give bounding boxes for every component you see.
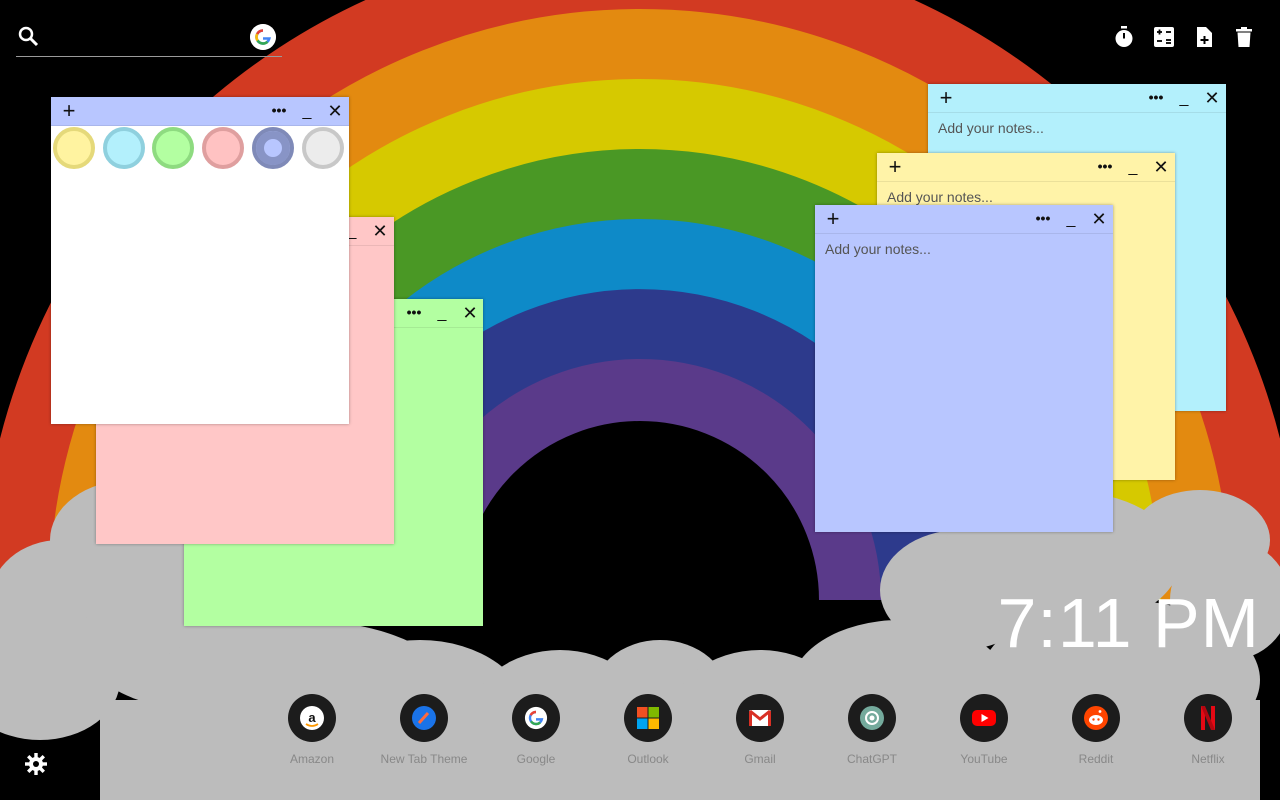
note-menu-button[interactable]: ••• <box>1093 153 1117 181</box>
add-note-button[interactable]: + <box>821 205 845 233</box>
outlook-icon <box>624 694 672 742</box>
shortcut-netflix[interactable]: Netflix <box>1152 694 1264 766</box>
gmail-icon <box>736 694 784 742</box>
shortcut-reddit[interactable]: Reddit <box>1040 694 1152 766</box>
note-color-picker <box>51 125 351 171</box>
minimize-note-button[interactable]: _ <box>1059 205 1083 233</box>
search-bar <box>16 22 282 57</box>
close-note-button[interactable]: ✕ <box>1087 205 1111 233</box>
note-header[interactable]: + ••• _ ✕ <box>51 97 349 126</box>
sticky-note-blue[interactable]: + ••• _ ✕ <box>815 205 1113 532</box>
minimize-note-button[interactable]: _ <box>1121 153 1145 181</box>
gear-icon[interactable] <box>24 752 48 776</box>
shortcut-chatgpt[interactable]: ChatGPT <box>816 694 928 766</box>
shortcut-outlook[interactable]: Outlook <box>592 694 704 766</box>
shortcut-youtube[interactable]: YouTube <box>928 694 1040 766</box>
search-icon[interactable] <box>16 24 40 48</box>
note-header[interactable]: + ••• _ ✕ <box>877 153 1175 182</box>
minimize-note-button[interactable]: _ <box>295 97 319 125</box>
shortcut-label: Netflix <box>1191 752 1225 766</box>
minimize-note-button[interactable]: _ <box>1172 84 1196 112</box>
chatgpt-icon <box>848 694 896 742</box>
color-swatch-yellow[interactable] <box>53 127 95 169</box>
reddit-icon <box>1072 694 1120 742</box>
shortcut-label: Gmail <box>744 752 776 766</box>
shortcut-label: Outlook <box>627 752 669 766</box>
note-text-input[interactable] <box>815 235 1113 532</box>
note-header[interactable]: + ••• _ ✕ <box>815 205 1113 234</box>
youtube-icon <box>960 694 1008 742</box>
search-input[interactable] <box>50 26 254 50</box>
calculator-icon[interactable] <box>1152 25 1176 49</box>
sticky-note-white[interactable]: + ••• _ ✕ <box>51 97 349 424</box>
close-note-button[interactable]: ✕ <box>1149 153 1173 181</box>
color-swatch-pink[interactable] <box>202 127 244 169</box>
shortcut-label: Google <box>516 752 556 766</box>
amazon-icon: a <box>288 694 336 742</box>
google-icon <box>512 694 560 742</box>
top-toolbar <box>1112 25 1256 49</box>
clock-display: 7:11 PM <box>997 584 1260 662</box>
add-note-button[interactable]: + <box>883 153 907 181</box>
shortcut-label: ChatGPT <box>846 752 897 766</box>
shortcut-amazon[interactable]: a Amazon <box>256 694 368 766</box>
color-swatch-green[interactable] <box>152 127 194 169</box>
new-tab-theme-icon <box>400 694 448 742</box>
color-swatch-blue-selected[interactable] <box>252 127 294 169</box>
svg-text:a: a <box>308 710 316 725</box>
color-swatch-gray[interactable] <box>302 127 344 169</box>
shortcut-label: Reddit <box>1078 752 1114 766</box>
close-note-button[interactable]: ✕ <box>458 299 482 327</box>
shortcut-label: YouTube <box>960 752 1008 766</box>
add-note-button[interactable]: + <box>934 84 958 112</box>
note-header[interactable]: + ••• _ ✕ <box>928 84 1226 113</box>
note-menu-button[interactable]: ••• <box>1144 84 1168 112</box>
note-menu-button[interactable]: ••• <box>267 97 291 125</box>
color-swatch-cyan[interactable] <box>103 127 145 169</box>
add-note-button[interactable]: + <box>57 97 81 125</box>
timer-icon[interactable] <box>1112 25 1136 49</box>
shortcut-label: New Tab Theme <box>380 752 468 766</box>
close-note-button[interactable]: ✕ <box>368 217 392 245</box>
netflix-icon <box>1184 694 1232 742</box>
new-note-icon[interactable] <box>1192 25 1216 49</box>
shortcut-label: Amazon <box>289 752 335 766</box>
minimize-note-button[interactable]: _ <box>430 299 454 327</box>
google-search-icon[interactable] <box>250 24 276 50</box>
shortcut-gmail[interactable]: Gmail <box>704 694 816 766</box>
shortcut-google[interactable]: Google <box>480 694 592 766</box>
note-menu-button[interactable]: ••• <box>1031 205 1055 233</box>
trash-icon[interactable] <box>1232 25 1256 49</box>
close-note-button[interactable]: ✕ <box>323 97 347 125</box>
close-note-button[interactable]: ✕ <box>1200 84 1224 112</box>
shortcut-new-tab-theme[interactable]: New Tab Theme <box>368 694 480 766</box>
note-menu-button[interactable]: ••• <box>402 299 426 327</box>
